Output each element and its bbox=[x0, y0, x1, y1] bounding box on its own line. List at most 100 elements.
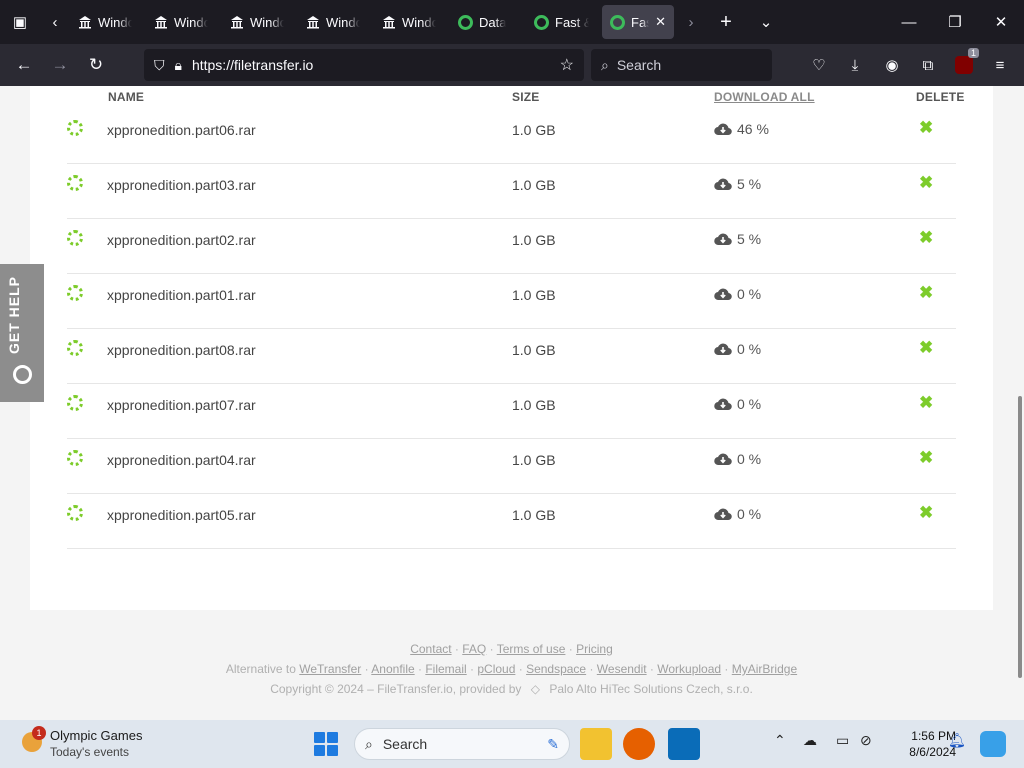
delete-icon[interactable]: ✖ bbox=[919, 118, 933, 138]
clock[interactable]: 1:56 PM 8/6/2024 bbox=[880, 728, 956, 760]
footer-link[interactable]: Pricing bbox=[576, 642, 613, 656]
tab-2[interactable]: Windows bbox=[146, 5, 220, 39]
cloud-download-icon bbox=[714, 508, 732, 521]
minimize-icon[interactable]: — bbox=[886, 0, 932, 44]
download-all-link[interactable]: DOWNLOAD ALL bbox=[714, 90, 815, 104]
menu-icon[interactable]: ≡ bbox=[983, 44, 1017, 86]
forward-icon[interactable]: → bbox=[42, 44, 78, 86]
loading-spinner-icon bbox=[67, 395, 83, 411]
app-icon[interactable] bbox=[668, 728, 700, 760]
shield-icon[interactable]: ⛉ bbox=[154, 57, 165, 74]
close-window-icon[interactable]: ✕ bbox=[978, 0, 1024, 44]
url-text: https://filetransfer.io bbox=[191, 57, 314, 73]
cloud-download-icon bbox=[714, 178, 732, 191]
tab-scroll-right-icon[interactable]: › bbox=[676, 0, 706, 44]
tab-6[interactable]: Data bbox=[450, 5, 524, 39]
restore-icon[interactable]: ❐ bbox=[932, 0, 978, 44]
scroll-thumb[interactable] bbox=[1018, 396, 1022, 678]
footer-link[interactable]: Sendspace bbox=[526, 662, 586, 676]
new-tab-icon[interactable]: + bbox=[706, 0, 746, 44]
tab-close-icon[interactable]: ✕ bbox=[655, 14, 666, 30]
address-bar[interactable]: ⛉ 🔒︎ https://filetransfer.io ☆ bbox=[144, 49, 584, 81]
download-progress[interactable]: 5 % bbox=[714, 231, 761, 247]
tab-5[interactable]: Windows bbox=[374, 5, 448, 39]
delete-icon[interactable]: ✖ bbox=[919, 283, 933, 303]
weather-widget[interactable]: 1 Olympic Games Today's events bbox=[22, 726, 182, 762]
list-all-tabs-icon[interactable]: ⌄ bbox=[746, 0, 786, 44]
network-icon[interactable]: ⊘ bbox=[860, 732, 872, 749]
footer-link[interactable]: Contact bbox=[410, 642, 451, 656]
progress-text: 5 % bbox=[737, 231, 762, 247]
copilot-icon[interactable] bbox=[980, 731, 1006, 757]
tab-7[interactable]: Fast & bbox=[526, 5, 600, 39]
provider-logo-icon: ◇ bbox=[530, 682, 540, 696]
delete-icon[interactable]: ✖ bbox=[919, 448, 933, 468]
tab-overview-icon[interactable]: ▣ bbox=[0, 0, 40, 44]
taskbar-search-label: Search bbox=[382, 736, 428, 752]
start-button[interactable] bbox=[314, 732, 338, 756]
file-size: 1.0 GB bbox=[512, 122, 556, 138]
reload-icon[interactable]: ↻ bbox=[78, 44, 114, 86]
file-size: 1.0 GB bbox=[512, 452, 556, 468]
ring-icon bbox=[534, 14, 549, 30]
tray-chevron-icon[interactable]: ⌃ bbox=[774, 732, 786, 749]
onedrive-icon[interactable]: ☁ bbox=[803, 732, 817, 749]
page-scrollbar[interactable] bbox=[1016, 86, 1024, 720]
footer-link[interactable]: Anonfile bbox=[371, 662, 414, 676]
back-icon[interactable]: ← bbox=[6, 44, 42, 86]
footer-link[interactable]: pCloud bbox=[477, 662, 515, 676]
loading-spinner-icon bbox=[67, 175, 83, 191]
tab-4[interactable]: Windows bbox=[298, 5, 372, 39]
ublock-icon[interactable]: 1 bbox=[947, 44, 981, 86]
cloud-download-icon bbox=[714, 398, 732, 411]
footer-link[interactable]: WeTransfer bbox=[299, 662, 361, 676]
delete-icon[interactable]: ✖ bbox=[919, 228, 933, 248]
footer-link[interactable]: Terms of use bbox=[497, 642, 566, 656]
lock-icon[interactable]: 🔒︎ bbox=[175, 57, 182, 74]
file-name: xppronedition.part06.rar bbox=[107, 122, 256, 138]
cloud-download-icon bbox=[714, 343, 732, 356]
delete-icon[interactable]: ✖ bbox=[919, 503, 933, 523]
clock-time: 1:56 PM bbox=[911, 729, 956, 743]
file-size: 1.0 GB bbox=[512, 287, 556, 303]
extensions-icon[interactable]: ⧉ bbox=[911, 44, 945, 86]
footer-link[interactable]: FAQ bbox=[462, 642, 486, 656]
notification-bell-icon[interactable]: 🔔︎ bbox=[948, 732, 966, 749]
loading-spinner-icon bbox=[67, 120, 83, 136]
tab-3[interactable]: Windows bbox=[222, 5, 296, 39]
display-icon[interactable]: ▭ bbox=[836, 732, 849, 749]
download-progress[interactable]: 5 % bbox=[714, 176, 761, 192]
search-bar[interactable]: ⌕ Search bbox=[591, 49, 772, 81]
bookmark-star-icon[interactable]: ☆ bbox=[560, 55, 574, 75]
delete-icon[interactable]: ✖ bbox=[919, 338, 933, 358]
firefox-icon[interactable] bbox=[623, 728, 655, 760]
get-help-button[interactable]: GET HELP bbox=[0, 264, 44, 402]
download-progress[interactable]: 0 % bbox=[714, 451, 761, 467]
tab-scroll-left-icon[interactable]: ‹ bbox=[40, 0, 70, 44]
download-progress[interactable]: 46 % bbox=[714, 121, 769, 137]
tab-bar: ▣ ‹ Windows Windows Windows Windows Windows D… bbox=[0, 0, 1024, 44]
file-row: xppronedition.part04.rar 1.0 GB 0 % ✖ bbox=[67, 439, 956, 494]
alternative-prefix: Alternative to bbox=[225, 662, 296, 676]
download-progress[interactable]: 0 % bbox=[714, 396, 761, 412]
tab-1[interactable]: Windows bbox=[70, 5, 144, 39]
download-progress[interactable]: 0 % bbox=[714, 286, 761, 302]
download-progress[interactable]: 0 % bbox=[714, 341, 761, 357]
pocket-icon[interactable]: ♡ bbox=[802, 44, 836, 86]
tab-label: Data bbox=[479, 14, 507, 30]
file-name: xppronedition.part08.rar bbox=[107, 342, 256, 358]
tab-8[interactable]: Fast ✕ bbox=[602, 5, 674, 39]
file-explorer-icon[interactable] bbox=[580, 728, 612, 760]
account-icon[interactable]: ◉ bbox=[875, 44, 909, 86]
delete-icon[interactable]: ✖ bbox=[919, 393, 933, 413]
footer-link[interactable]: Filemail bbox=[425, 662, 466, 676]
footer-link[interactable]: MyAirBridge bbox=[732, 662, 797, 676]
delete-icon[interactable]: ✖ bbox=[919, 173, 933, 193]
download-progress[interactable]: 0 % bbox=[714, 506, 761, 522]
footer-link[interactable]: Workupload bbox=[657, 662, 721, 676]
bank-icon bbox=[78, 15, 92, 29]
page-viewport: NAME SIZE DOWNLOAD ALL DELETE xppronedit… bbox=[0, 86, 1024, 720]
taskbar-search[interactable]: ⌕ Search ✎ bbox=[354, 728, 570, 760]
downloads-icon[interactable]: ⤓ bbox=[838, 44, 872, 86]
footer-link[interactable]: Wesendit bbox=[597, 662, 647, 676]
